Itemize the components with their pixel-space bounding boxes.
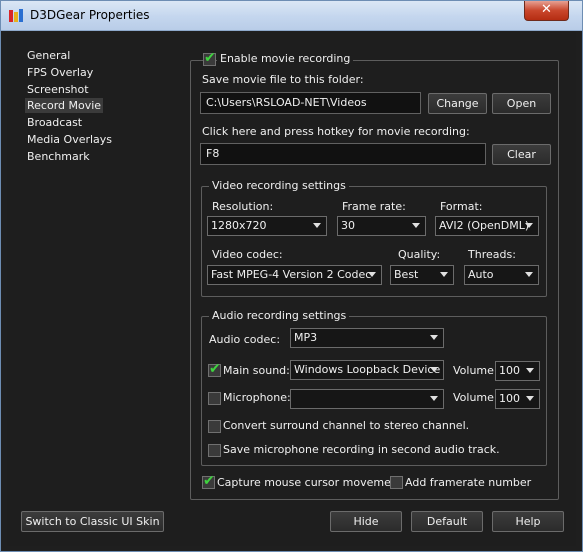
audio-settings-title: Audio recording settings	[209, 309, 350, 322]
surround-to-stereo-checkbox[interactable]	[208, 420, 221, 433]
checkmark-icon: ✔	[203, 473, 215, 489]
clear-hotkey-button[interactable]: Clear	[492, 144, 551, 165]
chevron-down-icon	[412, 223, 420, 228]
window-title: D3DGear Properties	[30, 8, 150, 22]
open-folder-button[interactable]: Open	[492, 93, 551, 114]
capture-mouse-label: Capture mouse cursor movement	[217, 476, 403, 489]
chevron-down-icon	[368, 272, 376, 277]
main-sound-device-select[interactable]: Windows Loopback Device	[290, 360, 444, 380]
chevron-down-icon	[440, 272, 448, 277]
folder-path-field[interactable]: C:\Users\RSLOAD-NET\Videos	[200, 92, 421, 114]
chevron-down-icon	[526, 368, 534, 373]
enable-movie-recording-checkbox[interactable]: ✔	[203, 50, 216, 66]
format-select[interactable]: AVI2 (OpenDML)	[435, 216, 539, 236]
mic-volume-select[interactable]: 100	[495, 389, 540, 409]
checkmark-icon: ✔	[204, 50, 216, 66]
hotkey-field[interactable]: F8	[200, 143, 486, 165]
threads-label: Threads:	[468, 248, 516, 261]
video-codec-value: Fast MPEG-4 Version 2 Codec	[211, 268, 372, 281]
threads-value: Auto	[468, 268, 494, 281]
chevron-down-icon	[430, 335, 438, 340]
chevron-down-icon	[430, 396, 438, 401]
format-value: AVI2 (OpenDML)	[439, 219, 530, 232]
dialog-body: General FPS Overlay Screenshot Record Mo…	[7, 32, 576, 546]
format-label: Format:	[440, 200, 483, 213]
nav-item-record-movie[interactable]: Record Movie	[25, 98, 104, 113]
main-sound-device-value: Windows Loopback Device	[294, 363, 441, 376]
nav-item-media-overlays[interactable]: Media Overlays	[25, 132, 114, 147]
main-sound-checkbox[interactable]: ✔	[208, 361, 221, 377]
change-folder-button[interactable]: Change	[428, 93, 487, 114]
mic-volume-label: Volume:	[453, 391, 498, 404]
folder-label: Save movie file to this folder:	[202, 73, 364, 86]
hotkey-label: Click here and press hotkey for movie re…	[202, 125, 470, 138]
nav-item-screenshot[interactable]: Screenshot	[25, 82, 91, 97]
resolution-select[interactable]: 1280x720	[207, 216, 327, 236]
chevron-down-icon	[525, 223, 533, 228]
nav-item-general[interactable]: General	[25, 48, 72, 63]
main-volume-label: Volume:	[453, 364, 498, 377]
add-framerate-label: Add framerate number	[405, 476, 532, 489]
framerate-label: Frame rate:	[342, 200, 406, 213]
main-sound-label: Main sound:	[223, 364, 290, 377]
nav-item-benchmark[interactable]: Benchmark	[25, 149, 92, 164]
microphone-checkbox[interactable]	[208, 392, 221, 405]
chevron-down-icon	[526, 396, 534, 401]
video-codec-label: Video codec:	[212, 248, 283, 261]
hide-button[interactable]: Hide	[330, 511, 402, 532]
framerate-select[interactable]: 30	[337, 216, 426, 236]
microphone-label: Microphone:	[223, 391, 291, 404]
audio-codec-value: MP3	[294, 331, 318, 344]
main-volume-select[interactable]: 100	[495, 361, 540, 381]
quality-label: Quality:	[398, 248, 441, 261]
mic-volume-value: 100	[499, 392, 520, 405]
properties-window: D3DGear Properties ✕ General FPS Overlay…	[0, 0, 583, 552]
enable-movie-recording-label: Enable movie recording	[217, 52, 354, 65]
second-audio-track-label: Save microphone recording in second audi…	[223, 443, 500, 456]
title-bar[interactable]: D3DGear Properties ✕	[1, 1, 582, 31]
video-codec-select[interactable]: Fast MPEG-4 Version 2 Codec	[207, 265, 382, 285]
add-framerate-checkbox[interactable]	[390, 476, 403, 489]
main-volume-value: 100	[499, 364, 520, 377]
audio-codec-label: Audio codec:	[209, 333, 281, 346]
microphone-device-select[interactable]	[290, 389, 444, 409]
audio-codec-select[interactable]: MP3	[290, 328, 444, 348]
default-button[interactable]: Default	[411, 511, 483, 532]
chevron-down-icon	[525, 272, 533, 277]
help-button[interactable]: Help	[492, 511, 564, 532]
second-audio-track-checkbox[interactable]	[208, 444, 221, 457]
checkmark-icon: ✔	[209, 361, 221, 377]
quality-select[interactable]: Best	[390, 265, 454, 285]
surround-to-stereo-label: Convert surround channel to stereo chann…	[223, 419, 470, 432]
threads-select[interactable]: Auto	[464, 265, 539, 285]
nav-item-fps-overlay[interactable]: FPS Overlay	[25, 65, 95, 80]
nav-item-broadcast[interactable]: Broadcast	[25, 115, 84, 130]
chevron-down-icon	[430, 367, 438, 372]
d3dgear-logo-icon	[9, 9, 23, 22]
capture-mouse-checkbox[interactable]: ✔	[202, 473, 215, 489]
quality-value: Best	[394, 268, 419, 281]
framerate-value: 30	[341, 219, 355, 232]
chevron-down-icon	[313, 223, 321, 228]
video-settings-title: Video recording settings	[209, 179, 349, 192]
close-window-button[interactable]: ✕	[524, 1, 569, 21]
switch-classic-skin-button[interactable]: Switch to Classic UI Skin	[21, 511, 164, 532]
resolution-label: Resolution:	[212, 200, 274, 213]
resolution-value: 1280x720	[211, 219, 267, 232]
